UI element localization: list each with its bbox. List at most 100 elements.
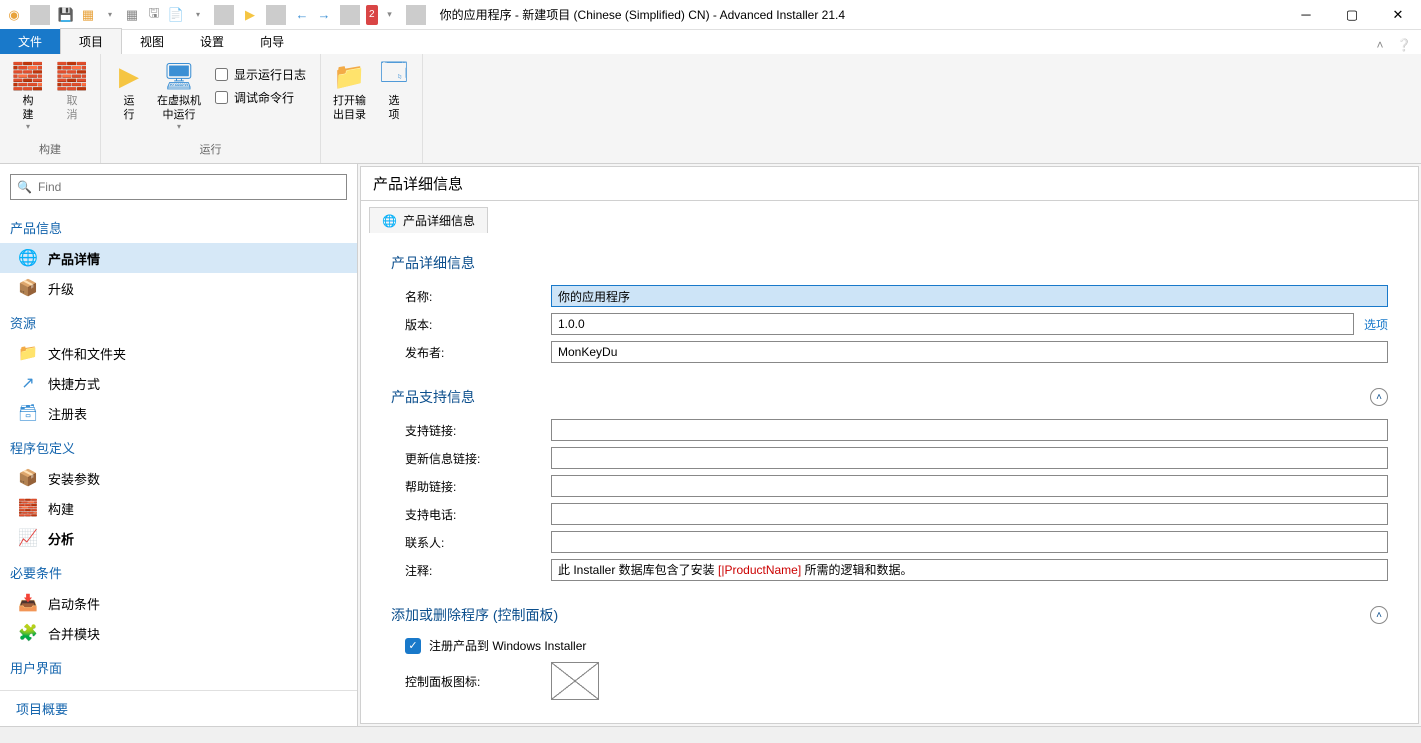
options-button[interactable]: 🗔 选 项 — [374, 58, 414, 124]
section-product-details: 产品详细信息 — [391, 253, 1388, 273]
chart-icon: 📈 — [18, 528, 38, 548]
nav-item-shortcuts[interactable]: ↗ 快捷方式 — [0, 368, 357, 398]
nav-item-launch-cond[interactable]: 📥 启动条件 — [0, 588, 357, 618]
nav-section-prereq: 必要条件 — [0, 557, 357, 588]
nav-section-resources: 资源 — [0, 307, 357, 338]
tab-project[interactable]: 项目 — [60, 28, 122, 54]
label-phone: 支持电话: — [391, 506, 551, 523]
nav-item-upgrade[interactable]: 📦 升级 — [0, 273, 357, 303]
link-version-options[interactable]: 选项 — [1364, 316, 1388, 333]
run-vm-button[interactable]: 🖥 在虚拟机 中运行 ▾ — [153, 58, 205, 133]
shortcut-icon: ↗ — [18, 373, 38, 393]
tab-view[interactable]: 视图 — [122, 29, 182, 54]
nav-item-files[interactable]: 📁 文件和文件夹 — [0, 338, 357, 368]
collapse-arp-icon[interactable]: ˄ — [1370, 606, 1388, 624]
nav-fwd-icon[interactable]: → — [314, 5, 334, 25]
input-version[interactable] — [551, 313, 1354, 335]
label-comment: 注释: — [391, 562, 551, 579]
window-title: 你的应用程序 - 新建项目 (Chinese (Simplified) CN) … — [434, 6, 1283, 23]
run-icon[interactable]: ▶ — [240, 5, 260, 25]
qa-dropdown-icon-2[interactable]: ▾ — [188, 5, 208, 25]
input-help-link[interactable] — [551, 475, 1388, 497]
content-tab-details[interactable]: 🌐 产品详细信息 — [369, 207, 488, 233]
debug-cmd-checkbox[interactable]: 调试命令行 — [215, 89, 306, 106]
qa-dropdown-icon[interactable]: ▾ — [100, 5, 120, 25]
nav-item-install-params[interactable]: 📦 安装参数 — [0, 463, 357, 493]
content-title: 产品详细信息 — [360, 166, 1419, 201]
label-support-link: 支持链接: — [391, 422, 551, 439]
label-name: 名称: — [391, 288, 551, 305]
label-publisher: 发布者: — [391, 344, 551, 361]
minimize-button[interactable]: ─ — [1283, 0, 1329, 30]
qa-icon-3[interactable]: 🖫 — [144, 5, 164, 25]
show-log-checkbox[interactable]: 显示运行日志 — [215, 66, 306, 83]
ribbon: 🧱 构 建 ▾ 🧱 取 消 构建 ▶ 运 行 🖥 在虚拟机 中运行 ▾ 显示运行… — [0, 54, 1421, 164]
box-down-icon: 📥 — [18, 593, 38, 613]
registry-icon: 🗃 — [18, 403, 38, 423]
cancel-build-button[interactable]: 🧱 取 消 — [52, 58, 92, 124]
nav-item-analyze[interactable]: 📈 分析 — [0, 523, 357, 553]
qa-icon-4[interactable]: 📄 — [166, 5, 186, 25]
close-button[interactable]: ✕ — [1375, 0, 1421, 30]
checkbox-register-windows-installer[interactable]: ✓ 注册产品到 Windows Installer — [391, 637, 1388, 654]
folder-arrow-icon: 📁 — [334, 60, 366, 92]
app-icon: ◉ — [4, 5, 24, 25]
input-name[interactable] — [551, 285, 1388, 307]
globe-icon: 🌐 — [382, 214, 397, 228]
nav-section-pkgdef: 程序包定义 — [0, 432, 357, 463]
tab-wizard[interactable]: 向导 — [242, 29, 302, 54]
main-area: 🔍 产品信息 🌐 产品详情 📦 升级 资源 📁 文件和文件夹 ↗ — [0, 164, 1421, 726]
input-support-link[interactable] — [551, 419, 1388, 441]
maximize-button[interactable]: ▢ — [1329, 0, 1375, 30]
label-help-link: 帮助链接: — [391, 478, 551, 495]
label-contact: 联系人: — [391, 534, 551, 551]
menu-tabs: 文件 项目 视图 设置 向导 ˄ ❔ — [0, 30, 1421, 54]
open-output-button[interactable]: 📁 打开输 出目录 — [329, 58, 370, 124]
quick-access-toolbar: ◉ 💾 ▦ ▾ ▦ 🖫 📄 ▾ ▶ ← → 2 ▾ — [0, 5, 434, 25]
status-bar — [0, 726, 1421, 743]
nav-project-summary[interactable]: 项目概要 — [0, 691, 357, 726]
search-icon: 🔍 — [17, 180, 32, 194]
tab-file[interactable]: 文件 — [0, 29, 60, 54]
nav-item-build[interactable]: 🧱 构建 — [0, 493, 357, 523]
nav-back-icon[interactable]: ← — [292, 5, 312, 25]
monitor-icon: 🖥 — [163, 60, 195, 92]
ribbon-collapse-icon[interactable]: ˄ — [1371, 36, 1389, 54]
qa-icon-2[interactable]: ▦ — [122, 5, 142, 25]
modules-icon: 🧩 — [18, 623, 38, 643]
left-nav-panel: 🔍 产品信息 🌐 产品详情 📦 升级 资源 📁 文件和文件夹 ↗ — [0, 164, 358, 726]
search-input[interactable]: 🔍 — [10, 174, 347, 200]
brick-icon: 🧱 — [18, 498, 38, 518]
tab-settings[interactable]: 设置 — [182, 29, 242, 54]
label-version: 版本: — [391, 316, 551, 333]
input-comment[interactable]: 此 Installer 数据库包含了安装 [|ProductName] 所需的逻… — [551, 559, 1388, 581]
nav-item-product-details[interactable]: 🌐 产品详情 — [0, 243, 357, 273]
input-phone[interactable] — [551, 503, 1388, 525]
options-icon: 🗔 — [378, 60, 410, 92]
run-button[interactable]: ▶ 运 行 — [109, 58, 149, 124]
qa-overflow-icon[interactable]: ▾ — [380, 5, 400, 25]
label-update-link: 更新信息链接: — [391, 450, 551, 467]
section-support: 产品支持信息 ˄ — [391, 387, 1388, 407]
play-icon: ▶ — [113, 60, 145, 92]
build-button[interactable]: 🧱 构 建 ▾ — [8, 58, 48, 133]
input-update-link[interactable] — [551, 447, 1388, 469]
brick-x-icon: 🧱 — [56, 60, 88, 92]
box-gear-icon: 📦 — [18, 468, 38, 488]
collapse-support-icon[interactable]: ˄ — [1370, 388, 1388, 406]
label-cp-icon: 控制面板图标: — [391, 673, 551, 690]
input-publisher[interactable] — [551, 341, 1388, 363]
nav-item-registry[interactable]: 🗃 注册表 — [0, 398, 357, 428]
control-panel-icon-picker[interactable] — [551, 662, 599, 700]
save-icon[interactable]: 💾 — [56, 5, 76, 25]
checkmark-icon: ✓ — [405, 638, 421, 654]
folder-icon: 📁 — [18, 343, 38, 363]
notification-badge[interactable]: 2 — [366, 5, 378, 25]
help-icon[interactable]: ❔ — [1395, 36, 1413, 54]
content-panel: 产品详细信息 🌐 产品详细信息 产品详细信息 名称: 版本: 选项 发布者: — [358, 164, 1421, 726]
input-contact[interactable] — [551, 531, 1388, 553]
nav-section-product: 产品信息 — [0, 212, 357, 243]
brick-icon: 🧱 — [12, 60, 44, 92]
nav-item-merge-modules[interactable]: 🧩 合并模块 — [0, 618, 357, 648]
build-icon[interactable]: ▦ — [78, 5, 98, 25]
